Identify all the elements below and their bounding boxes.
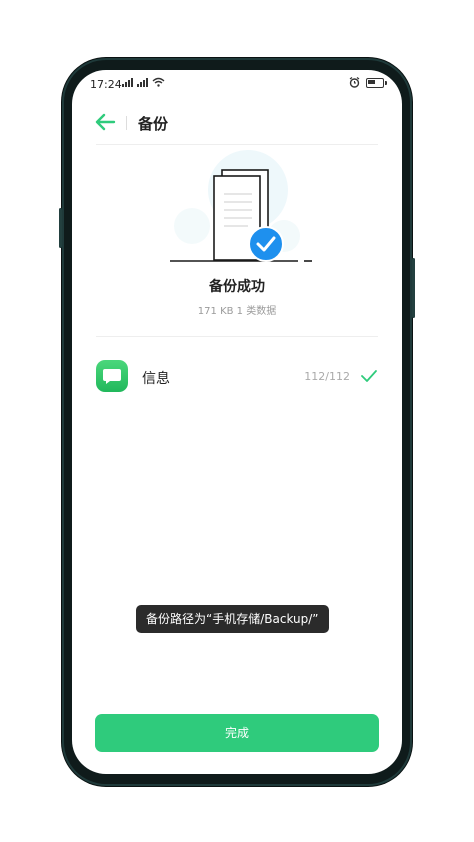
message-icon [96,360,128,392]
arrow-left-icon[interactable] [94,112,116,132]
result-title: 备份成功 [209,279,265,295]
check-icon [361,370,377,382]
signal-icon [137,77,148,87]
header-divider [96,144,378,145]
page-title: 备份 [138,115,169,133]
wifi-icon [152,77,165,87]
section-divider [96,336,378,337]
power-button [412,258,415,318]
alarm-icon [349,77,360,88]
appbar-divider [126,116,127,130]
status-signal-group [122,77,165,87]
status-time: 17:24 [90,78,122,91]
list-item-messages[interactable]: 信息 112/112 [96,360,386,394]
list-item-label: 信息 [142,371,170,387]
signal-icon [122,77,133,87]
volume-button [59,208,62,248]
list-item-count: 112/112 [304,370,350,383]
phone-frame: 17:24 备份 备份成功 171 KB 1 类数据 信息 112/112 备份… [59,58,415,786]
result-subtitle: 171 KB 1 类数据 [197,306,277,317]
done-button[interactable]: 完成 [95,714,379,752]
screen: 17:24 备份 备份成功 171 KB 1 类数据 信息 112/112 备份… [72,70,402,774]
app-bar: 备份 [72,104,402,140]
battery-icon [366,77,387,88]
toast-message: 备份路径为“手机存储/Backup/” [136,605,329,633]
document-check-icon [170,150,312,262]
status-bar: 17:24 [72,70,402,98]
status-right-group [349,77,387,88]
